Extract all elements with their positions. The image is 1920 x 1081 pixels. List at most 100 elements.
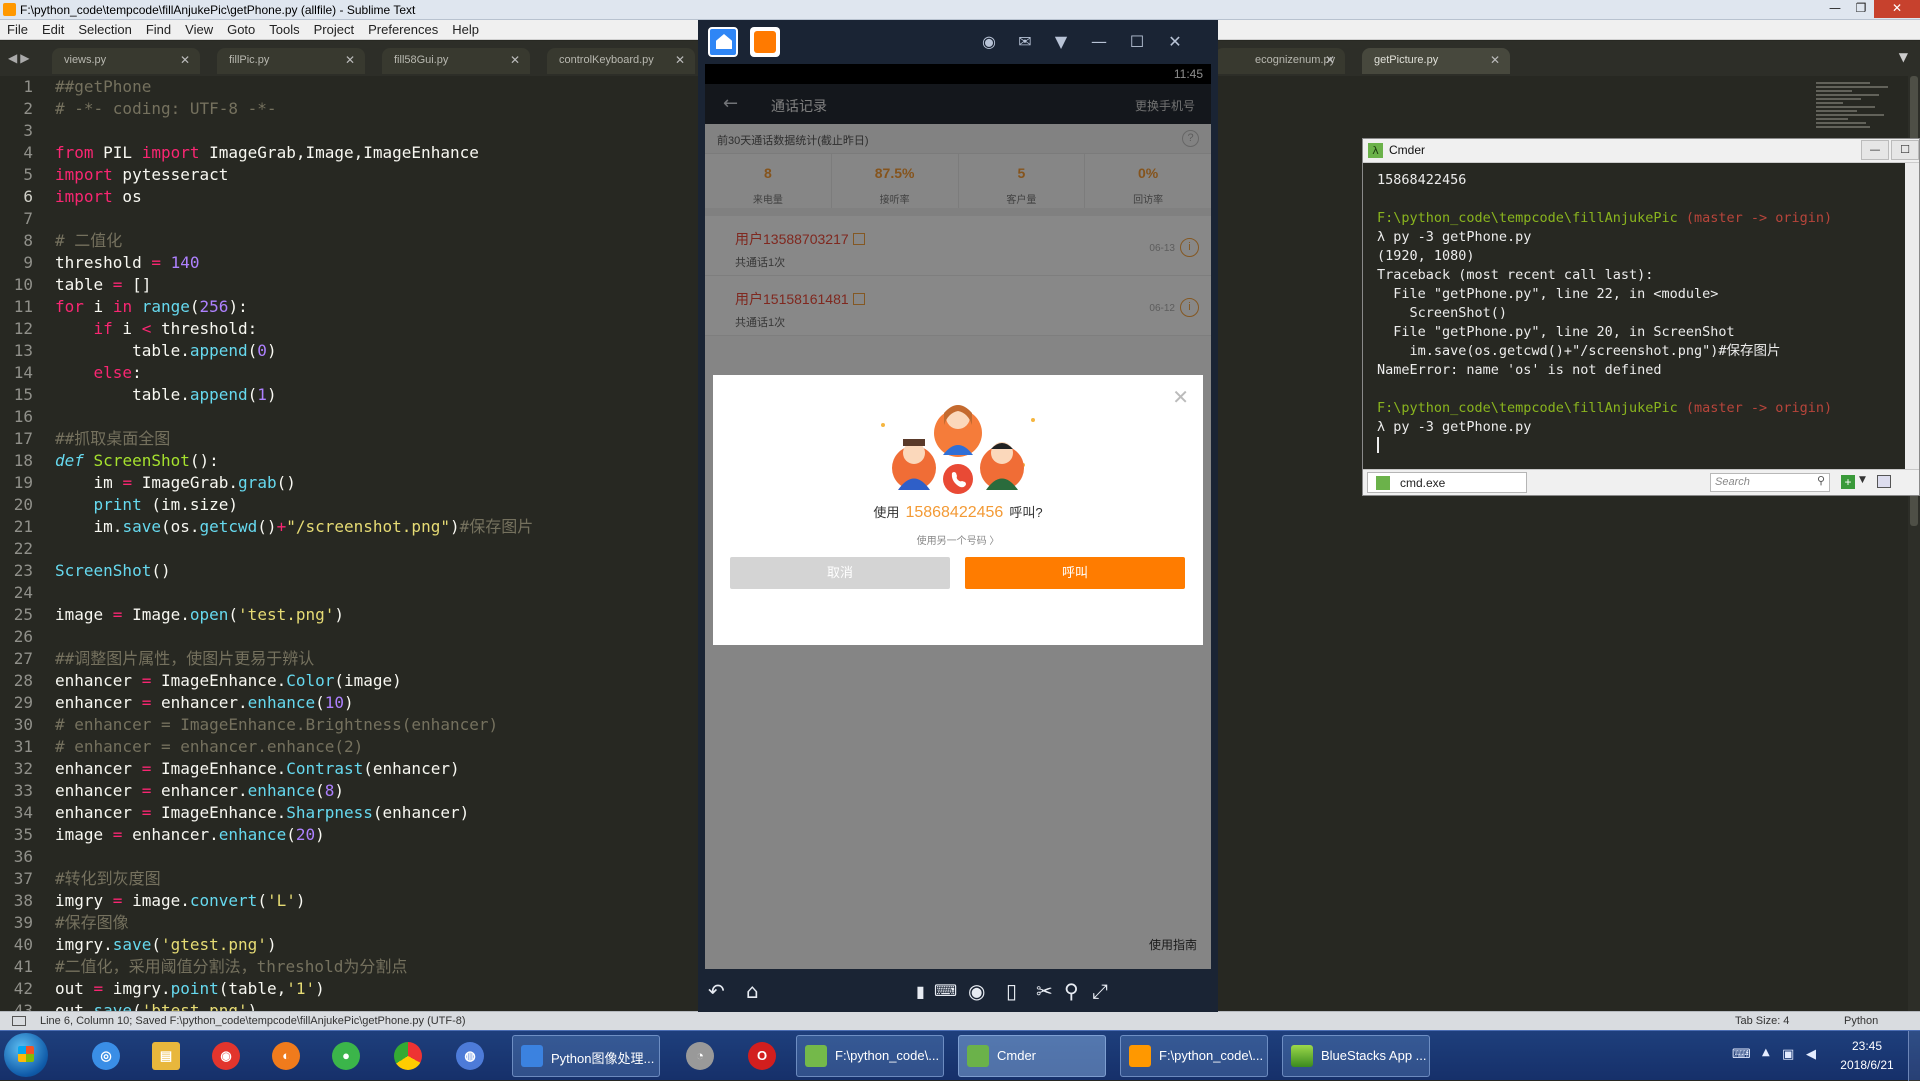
menu-preferences[interactable]: Preferences <box>361 20 445 39</box>
menu-find[interactable]: Find <box>139 20 178 39</box>
tab-views-py[interactable]: views.py ✕ <box>52 48 200 74</box>
tab-controlkeyboard-py[interactable]: controlKeyboard.py ✕ <box>547 48 695 74</box>
browser-icon <box>521 1045 543 1067</box>
clock-date[interactable]: 2018/6/21 <box>1830 1058 1904 1072</box>
pinned-app[interactable] <box>382 1036 434 1076</box>
menu-view[interactable]: View <box>178 20 220 39</box>
close-icon[interactable]: ✕ <box>1164 31 1186 53</box>
code-line: # 二值化 <box>55 231 123 250</box>
terminal-command: λ py -3 getPhone.py <box>1377 419 1532 435</box>
tab-getpicture-py[interactable]: getPicture.py ✕ <box>1362 48 1510 74</box>
maximize-icon[interactable]: ☐ <box>1126 31 1148 53</box>
line-number: 12 <box>13 319 33 338</box>
android-screen[interactable]: 11:45 ← 通话记录 更换手机号 前30天通话数据统计(截止昨日) ? 8来… <box>705 64 1211 969</box>
dialog-close-icon[interactable]: ✕ <box>1172 385 1189 409</box>
network-icon[interactable]: ▣ <box>1782 1047 1794 1062</box>
cmder-search-input[interactable]: Search ⚲ <box>1710 473 1830 492</box>
clock-time[interactable]: 23:45 <box>1832 1039 1902 1053</box>
syntax-mode[interactable]: Python <box>1844 1015 1878 1027</box>
tab-nav-arrows-icon[interactable]: ◀▶ <box>8 51 32 65</box>
chrome-icon <box>394 1042 422 1070</box>
minimize-icon[interactable]: — <box>1822 0 1848 18</box>
maximize-icon[interactable]: ☐ <box>1891 140 1919 160</box>
use-other-number-link[interactable]: 使用另一个号码 〉 <box>713 532 1203 547</box>
shake-icon[interactable]: ▯ <box>1006 979 1017 1003</box>
code-line: table.append(0) <box>55 341 277 360</box>
app-tab-icon[interactable] <box>750 27 780 57</box>
start-button[interactable] <box>4 1033 48 1077</box>
tab-close-icon[interactable]: ✕ <box>345 53 355 67</box>
pinned-app[interactable]: ◔ <box>674 1036 726 1076</box>
tab-fill58gui-py[interactable]: fill58Gui.py ✕ <box>382 48 530 74</box>
tab-close-icon[interactable]: ✕ <box>510 53 520 67</box>
pinned-app[interactable]: ▤ <box>140 1036 192 1076</box>
back-icon[interactable]: ↶ <box>708 979 725 1003</box>
tab-close-icon[interactable]: ✕ <box>1490 53 1500 67</box>
close-icon[interactable]: ✕ <box>1874 0 1920 18</box>
terminal-command: λ py -3 getPhone.py <box>1377 229 1532 245</box>
pinned-app[interactable]: ● <box>320 1036 372 1076</box>
cmder-scrollbar[interactable] <box>1905 163 1919 469</box>
menu-goto[interactable]: Goto <box>220 20 262 39</box>
cancel-button[interactable]: 取消 <box>730 557 950 589</box>
panel-toggle-icon[interactable] <box>12 1016 26 1026</box>
menu-project[interactable]: Project <box>307 20 361 39</box>
volume-icon[interactable]: ◀ <box>1806 1047 1816 1062</box>
tab-dropdown-icon[interactable]: ▼ <box>1899 50 1908 64</box>
keyboard-icon[interactable]: ⌨ <box>1732 1047 1751 1062</box>
restore-icon[interactable]: ❐ <box>1848 0 1874 18</box>
text-cursor <box>1377 437 1379 453</box>
taskbar-item-bluestacks[interactable]: BlueStacks App ... <box>1282 1035 1430 1077</box>
tab-fillpic-py[interactable]: fillPic.py ✕ <box>217 48 365 74</box>
pinned-app[interactable]: O <box>736 1036 788 1076</box>
keyboard-icon[interactable]: ⌨ <box>934 981 957 1000</box>
pinned-app[interactable]: ◉ <box>200 1036 252 1076</box>
show-hidden-icons-icon[interactable]: ▲ <box>1762 1047 1770 1058</box>
sublime-icon <box>1129 1045 1151 1067</box>
screenshot-icon[interactable]: ✂ <box>1036 979 1053 1003</box>
menu-selection[interactable]: Selection <box>71 20 138 39</box>
call-button[interactable]: 呼叫 <box>965 557 1185 589</box>
tab-size[interactable]: Tab Size: 4 <box>1735 1015 1789 1027</box>
portrait-icon[interactable]: ▮ <box>916 982 925 1001</box>
tab-close-icon[interactable]: ✕ <box>675 53 685 67</box>
window-layout-icon[interactable] <box>1877 475 1891 488</box>
line-number: 35 <box>13 825 33 844</box>
taskbar-item-explorer[interactable]: F:\python_code\... <box>796 1035 944 1077</box>
gift-icon[interactable]: ✉ <box>1014 31 1036 53</box>
menu-edit[interactable]: Edit <box>35 20 71 39</box>
menu-help[interactable]: Help <box>445 20 486 39</box>
home-tab-icon[interactable] <box>708 27 738 57</box>
taskbar-item-python-image[interactable]: Python图像处理... <box>512 1035 660 1077</box>
tab-label: getPicture.py <box>1374 54 1439 66</box>
cmder-tab[interactable]: cmd.exe <box>1367 472 1527 493</box>
tab-recognizenum-py[interactable]: ecognizenum.py ✕ <box>1215 48 1345 74</box>
tab-close-icon[interactable]: ✕ <box>1325 53 1335 67</box>
search-icon[interactable]: ⚲ <box>1817 474 1825 487</box>
location-icon[interactable]: ⚲ <box>1064 979 1079 1003</box>
minimize-icon[interactable]: — <box>1861 140 1889 160</box>
eye-icon[interactable]: ◉ <box>968 979 985 1003</box>
minimize-icon[interactable]: — <box>1088 31 1110 53</box>
fullscreen-icon[interactable]: ⤢ <box>1092 979 1108 1003</box>
pinned-app[interactable]: ◐ <box>260 1036 312 1076</box>
terminal-output[interactable]: 15868422456 F:\python_code\tempcode\fill… <box>1363 163 1903 469</box>
menu-tools[interactable]: Tools <box>262 20 306 39</box>
bluestacks-toolbar: ↶ ⌂ ▮ ⌨ ◉ ▯ ✂ ⚲ ⤢ <box>698 969 1218 1012</box>
tab-close-icon[interactable]: ✕ <box>180 53 190 67</box>
show-desktop-button[interactable] <box>1908 1031 1920 1081</box>
cmder-bottom-bar: cmd.exe Search ⚲ + ▼ <box>1363 469 1919 495</box>
dropdown-icon[interactable]: ▼ <box>1859 475 1866 485</box>
code-area[interactable]: ##getPhone # -*- coding: UTF-8 -*- from P… <box>55 76 755 1011</box>
menu-file[interactable]: File <box>0 20 35 39</box>
new-console-icon[interactable]: + <box>1841 475 1855 489</box>
menu-dropdown-icon[interactable]: ▼ <box>1050 31 1072 53</box>
pinned-app[interactable]: ◍ <box>444 1036 496 1076</box>
pinned-app[interactable]: ◎ <box>80 1036 132 1076</box>
line-number: 3 <box>23 121 33 140</box>
line-number: 19 <box>13 473 33 492</box>
home-icon[interactable]: ⌂ <box>746 979 759 1003</box>
taskbar-item-sublime[interactable]: F:\python_code\... <box>1120 1035 1268 1077</box>
account-icon[interactable]: ◉ <box>978 31 1000 53</box>
taskbar-item-cmder[interactable]: Cmder <box>958 1035 1106 1077</box>
